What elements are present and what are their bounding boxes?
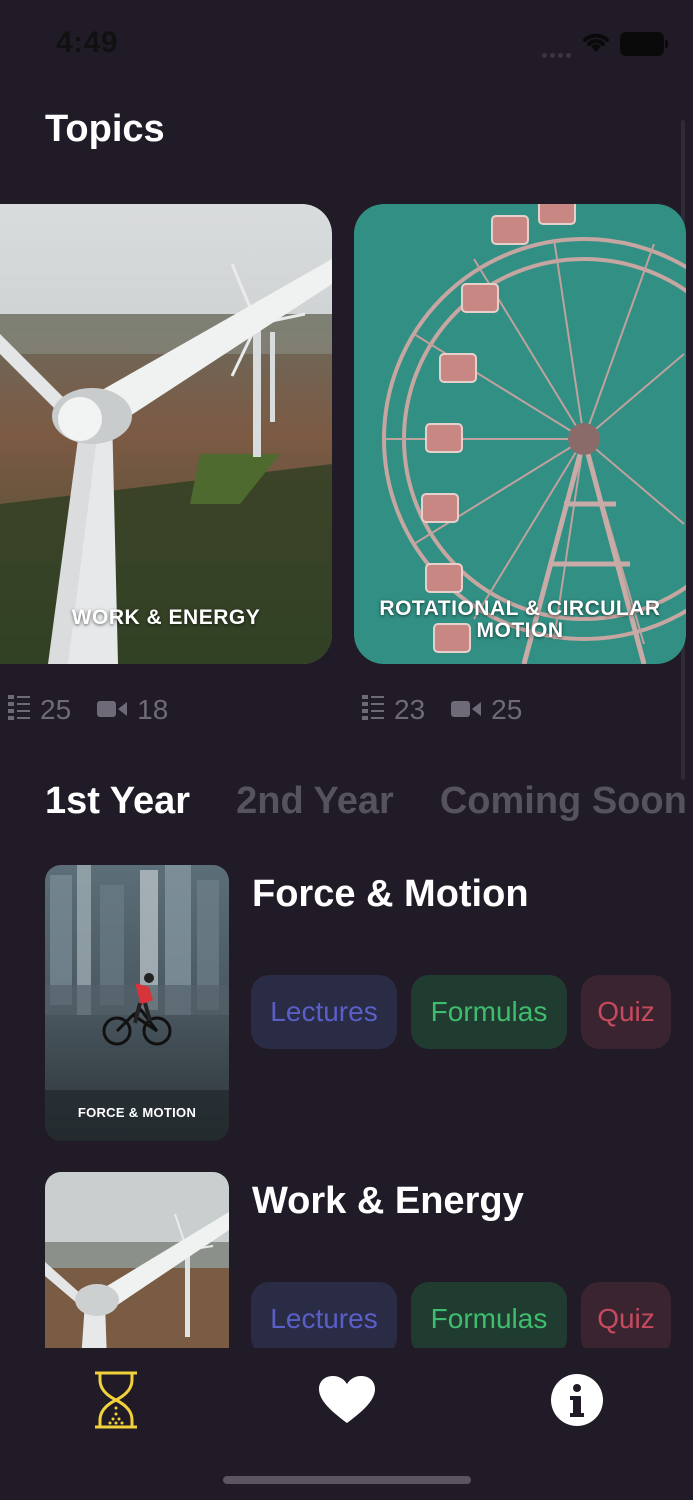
nav-hourglass[interactable]	[76, 1360, 156, 1440]
year-tabs: 1st Year 2nd Year Coming Soon	[45, 780, 693, 823]
lectures-button[interactable]: Lectures	[251, 1282, 397, 1356]
list-icon	[8, 693, 30, 728]
tab-2nd-year[interactable]: 2nd Year	[236, 780, 394, 823]
formulas-button[interactable]: Formulas	[411, 975, 567, 1049]
bottom-nav	[0, 1360, 693, 1440]
course-thumbnail[interactable]: FORCE & MOTION	[45, 865, 229, 1141]
lecture-count: 23	[394, 694, 426, 725]
home-indicator[interactable]	[223, 1476, 471, 1484]
status-time: 4:49	[56, 26, 119, 59]
battery-icon	[620, 32, 668, 56]
list-icon	[362, 693, 384, 728]
page-title: Topics	[45, 108, 165, 150]
nav-favorites[interactable]	[307, 1360, 387, 1440]
cyclist-image	[45, 865, 229, 1141]
lecture-count: 25	[40, 694, 72, 725]
hourglass-icon	[95, 1371, 137, 1429]
thumbnail-label: FORCE & MOTION	[77, 1105, 197, 1120]
course-item-force-motion: FORCE & MOTION Force & Motion Lectures F…	[45, 865, 685, 1145]
course-title: Work & Energy	[252, 1180, 524, 1222]
nav-info[interactable]	[537, 1360, 617, 1440]
wifi-icon	[580, 30, 612, 59]
topic-stats: 25 18	[8, 690, 194, 730]
tab-coming-soon[interactable]: Coming Soon	[440, 780, 687, 823]
video-count: 25	[491, 694, 523, 725]
topic-stats: 23 25	[362, 690, 548, 730]
formulas-button[interactable]: Formulas	[411, 1282, 567, 1356]
video-count: 18	[137, 694, 169, 725]
course-title: Force & Motion	[252, 873, 529, 915]
lectures-button[interactable]: Lectures	[251, 975, 397, 1049]
topic-card-rotational-motion[interactable]: ROTATIONAL & CIRCULAR MOTION	[354, 204, 686, 664]
topic-card-label: ROTATIONAL & CIRCULAR MOTION	[379, 597, 661, 642]
status-bar: 4:49	[0, 0, 693, 90]
topic-card-label: WORK & ENERGY	[71, 606, 261, 629]
video-icon	[97, 694, 128, 726]
info-icon	[551, 1374, 603, 1426]
quiz-button[interactable]: Quiz	[581, 975, 671, 1049]
video-icon	[451, 694, 482, 726]
tab-1st-year[interactable]: 1st Year	[45, 780, 190, 823]
quiz-button[interactable]: Quiz	[581, 1282, 671, 1356]
heart-icon	[319, 1376, 375, 1423]
signal-icon	[542, 45, 574, 63]
ferris-wheel-image	[354, 204, 686, 664]
wind-turbine-image	[0, 204, 332, 664]
topic-card-work-energy[interactable]: WORK & ENERGY	[0, 204, 332, 664]
